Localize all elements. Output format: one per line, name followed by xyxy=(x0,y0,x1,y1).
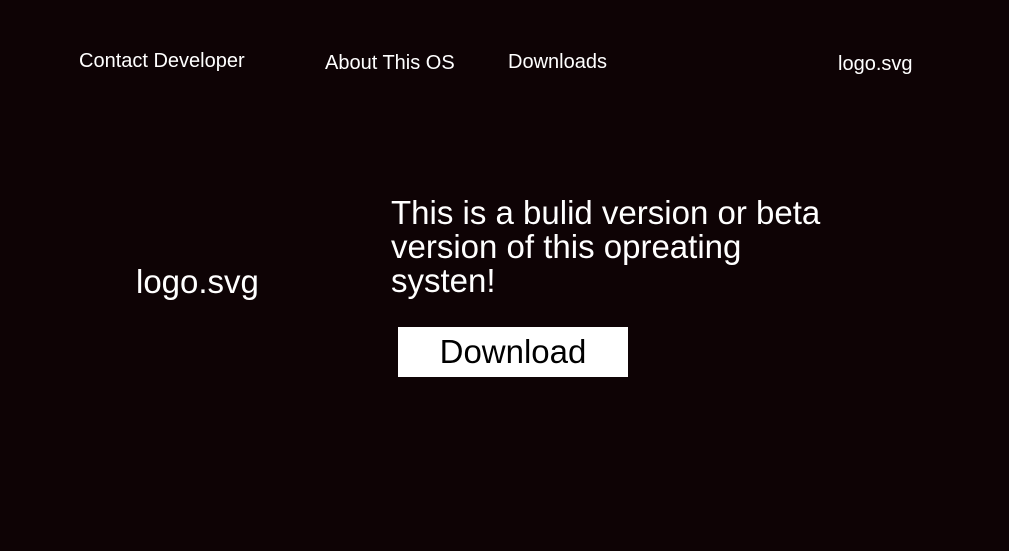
hero-description: This is a bulid version or beta version … xyxy=(391,194,821,299)
nav-contact-developer-link[interactable]: Contact Developer xyxy=(79,51,245,71)
nav-downloads-link[interactable]: Downloads xyxy=(508,52,607,72)
nav-about-os-link[interactable]: About This OS xyxy=(325,53,455,73)
page: Contact Developer About This OS Download… xyxy=(0,0,1009,551)
hero-logo-broken-image: logo.svg xyxy=(136,263,259,300)
download-button[interactable]: Download xyxy=(398,327,628,377)
nav-logo-broken-image: logo.svg xyxy=(838,53,913,75)
